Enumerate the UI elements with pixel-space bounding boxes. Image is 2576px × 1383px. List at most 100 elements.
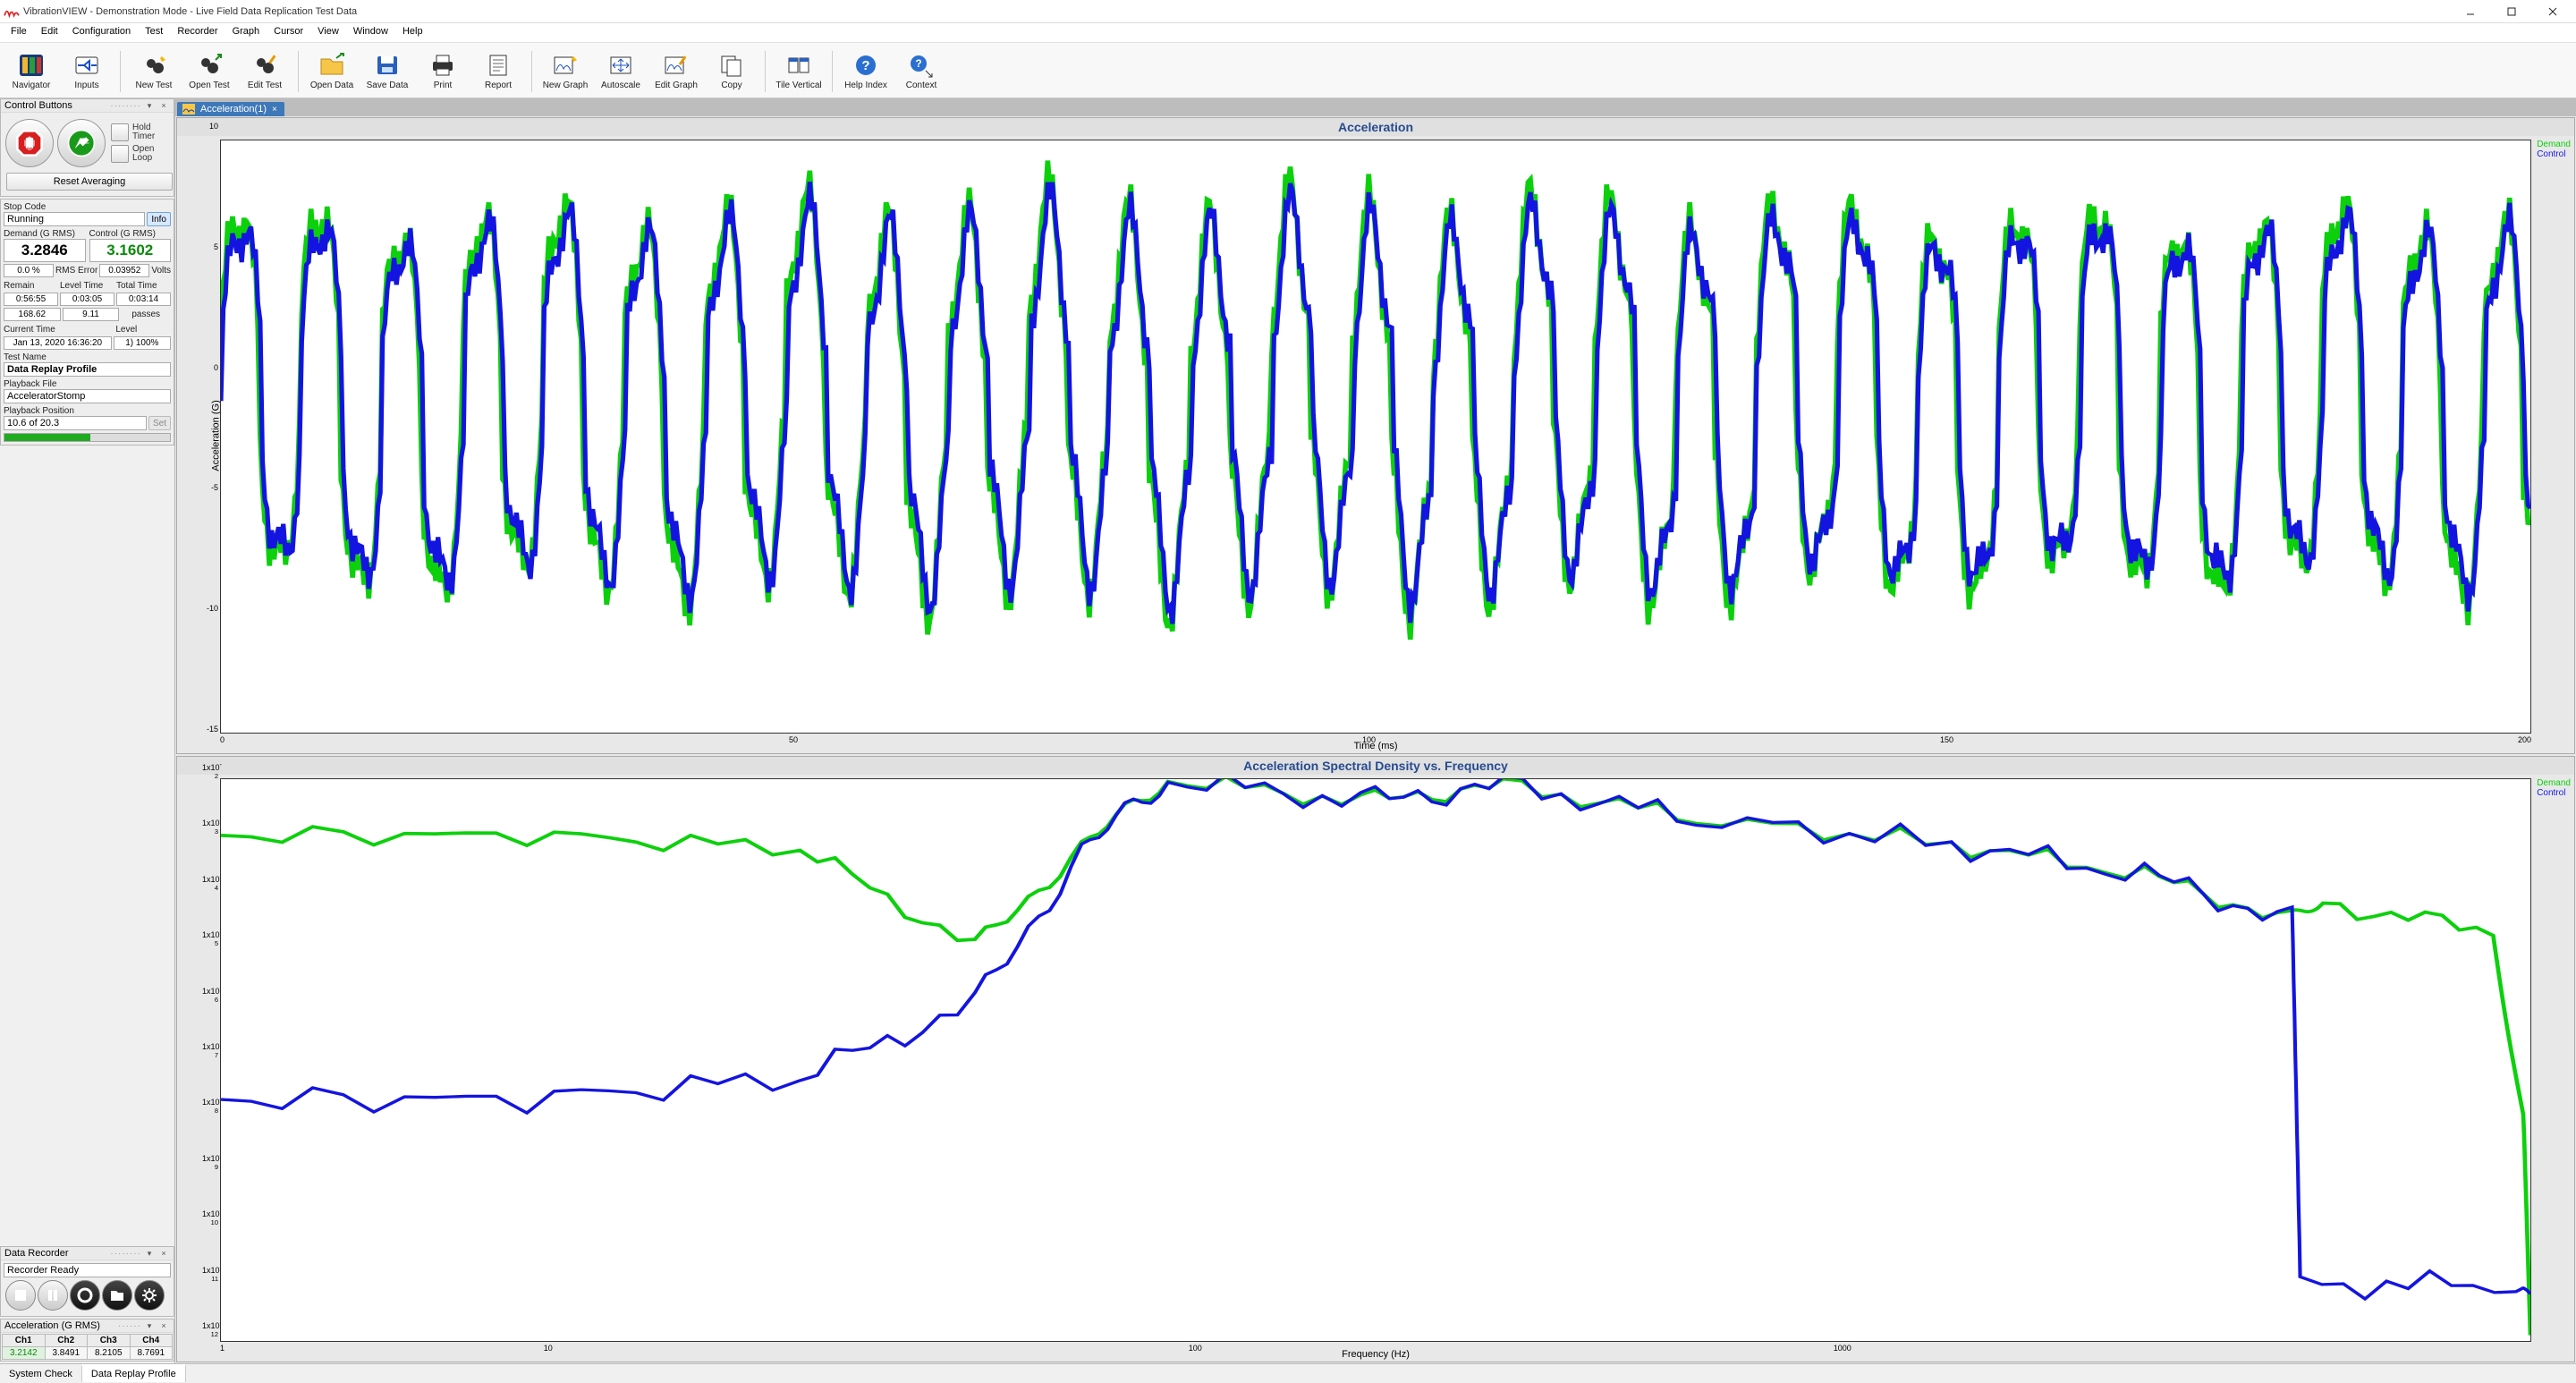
panel-dropdown-icon[interactable]: ▾	[143, 100, 156, 111]
menu-configuration[interactable]: Configuration	[65, 23, 138, 42]
status-panel: Stop Code Running Info Demand (G RMS) 3.…	[0, 199, 174, 445]
app-icon	[4, 5, 20, 18]
recorder-stop-button[interactable]	[5, 1280, 36, 1311]
menu-cursor[interactable]: Cursor	[267, 23, 310, 42]
accel-val-ch4[interactable]: 8.7691	[130, 1347, 173, 1360]
rms-error-pct: 0.0 %	[4, 264, 54, 277]
print-icon	[428, 52, 457, 79]
autoscale-icon	[606, 52, 635, 79]
run-button[interactable]	[57, 119, 106, 167]
panel-close-icon[interactable]: ×	[157, 100, 170, 111]
close-button[interactable]	[2533, 1, 2572, 22]
panel-dropdown-icon[interactable]: ▾	[143, 1248, 156, 1259]
tb-report[interactable]: Report	[470, 46, 526, 98]
psd-plot-area[interactable]	[220, 778, 2531, 1342]
accel-val-ch2[interactable]: 3.8491	[45, 1347, 88, 1360]
recorder-open-button[interactable]	[102, 1280, 132, 1311]
data-recorder-panel: Data Recorder ········ ▾ × Recorder Read…	[0, 1246, 174, 1317]
chart-title: Acceleration	[177, 118, 2574, 136]
tb-newtest[interactable]: New Test	[126, 46, 182, 98]
chart-legend: Demand Control	[2537, 778, 2571, 798]
menu-window[interactable]: Window	[346, 23, 395, 42]
data-recorder-header: Data Recorder	[4, 1248, 69, 1259]
tb-opentest[interactable]: Open Test	[182, 46, 237, 98]
x-axis-label: Frequency (Hz)	[1342, 1349, 1410, 1360]
playback-progress	[4, 433, 171, 442]
control-label: Control (G RMS)	[89, 229, 172, 239]
accel-col-ch1[interactable]: Ch1	[3, 1335, 46, 1347]
tb-opendata[interactable]: Open Data	[304, 46, 360, 98]
menu-file[interactable]: File	[4, 23, 34, 42]
menu-help[interactable]: Help	[395, 23, 430, 42]
minimize-button[interactable]	[2451, 1, 2490, 22]
panel-dropdown-icon[interactable]: ▾	[143, 1320, 156, 1331]
demand-label: Demand (G RMS)	[4, 229, 86, 239]
demand-value: 3.2846	[4, 239, 86, 262]
navigator-icon	[17, 52, 46, 79]
opentest-icon	[195, 52, 224, 79]
menu-test[interactable]: Test	[138, 23, 170, 42]
menu-bar: File Edit Configuration Test Recorder Gr…	[0, 23, 2576, 43]
menu-view[interactable]: View	[310, 23, 346, 42]
stop-button[interactable]	[5, 119, 54, 167]
acceleration-plot-area[interactable]	[220, 140, 2531, 734]
tab-label: Acceleration(1)	[200, 104, 267, 115]
tb-context[interactable]: ?Context	[894, 46, 949, 98]
graph-tab-icon	[182, 104, 195, 115]
tab-close-icon[interactable]: ×	[272, 105, 277, 115]
menu-edit[interactable]: Edit	[34, 23, 65, 42]
menu-graph[interactable]: Graph	[225, 23, 267, 42]
context-icon: ?	[907, 52, 936, 79]
accel-val-ch1[interactable]: 3.2142	[3, 1347, 46, 1360]
tb-newgraph[interactable]: New Graph	[538, 46, 593, 98]
chart-legend: Demand Control	[2537, 140, 2571, 159]
info-button[interactable]: Info	[147, 212, 171, 226]
tb-copy[interactable]: Copy	[704, 46, 759, 98]
recorder-pause-button[interactable]	[38, 1280, 68, 1311]
tb-savedata[interactable]: Save Data	[360, 46, 415, 98]
accel-col-ch3[interactable]: Ch3	[88, 1335, 131, 1347]
svg-text:?: ?	[861, 58, 869, 73]
tb-print[interactable]: Print	[415, 46, 470, 98]
bottom-tab-data-replay[interactable]: Data Replay Profile	[82, 1364, 186, 1382]
panel-close-icon[interactable]: ×	[157, 1248, 170, 1259]
psd-chart[interactable]: Acceleration Spectral Density vs. Freque…	[176, 756, 2575, 1362]
accel-col-ch4[interactable]: Ch4	[130, 1335, 173, 1347]
passes-a: 168.62	[4, 308, 61, 321]
bottom-tab-system-check[interactable]: System Check	[0, 1366, 82, 1382]
y-ticks: 1x10-21x10-31x10-41x10-51x10-61x10-71x10…	[202, 760, 218, 1342]
playback-position-value: 10.6 of 20.3	[4, 416, 147, 430]
control-value: 3.1602	[89, 239, 172, 262]
newtest-icon	[140, 52, 168, 79]
control-buttons-panel: Control Buttons ········ ▾ ×	[0, 98, 174, 197]
reset-averaging-button[interactable]: Reset Averaging	[6, 173, 173, 191]
tb-editgraph[interactable]: Edit Graph	[648, 46, 704, 98]
copy-icon	[717, 52, 746, 79]
recorder-record-button[interactable]	[70, 1280, 100, 1311]
tb-tilevert[interactable]: Tile Vertical	[771, 46, 826, 98]
playback-set-button[interactable]: Set	[148, 416, 171, 430]
tab-acceleration[interactable]: Acceleration(1) ×	[177, 102, 284, 116]
helpindex-icon: ?	[852, 52, 880, 79]
tb-edittest[interactable]: Edit Test	[237, 46, 292, 98]
bottom-tab-strip: System Check Data Replay Profile	[0, 1363, 2576, 1383]
tb-navigator[interactable]: Navigator	[4, 46, 59, 98]
recorder-settings-button[interactable]	[134, 1280, 165, 1311]
tb-autoscale[interactable]: Autoscale	[593, 46, 648, 98]
maximize-button[interactable]	[2492, 1, 2531, 22]
hold-timer-checkbox[interactable]	[111, 123, 129, 141]
accel-col-ch2[interactable]: Ch2	[45, 1335, 88, 1347]
tb-inputs[interactable]: Inputs	[59, 46, 114, 98]
tb-helpindex[interactable]: ?Help Index	[838, 46, 894, 98]
edittest-icon	[250, 52, 279, 79]
remain-value: 0:56:55	[4, 293, 58, 306]
acceleration-chart[interactable]: Acceleration Demand Control Acceleration…	[176, 117, 2575, 754]
x-axis-label: Time (ms)	[1353, 741, 1397, 751]
menu-recorder[interactable]: Recorder	[170, 23, 225, 42]
window-title: VibrationVIEW - Demonstration Mode - Liv…	[23, 6, 2451, 17]
panel-close-icon[interactable]: ×	[157, 1320, 170, 1331]
open-loop-checkbox[interactable]	[111, 145, 129, 163]
test-name-value: Data Replay Profile	[4, 362, 171, 377]
accel-val-ch3[interactable]: 8.2105	[88, 1347, 131, 1360]
y-ticks: 1050-5-10-15	[202, 122, 218, 734]
